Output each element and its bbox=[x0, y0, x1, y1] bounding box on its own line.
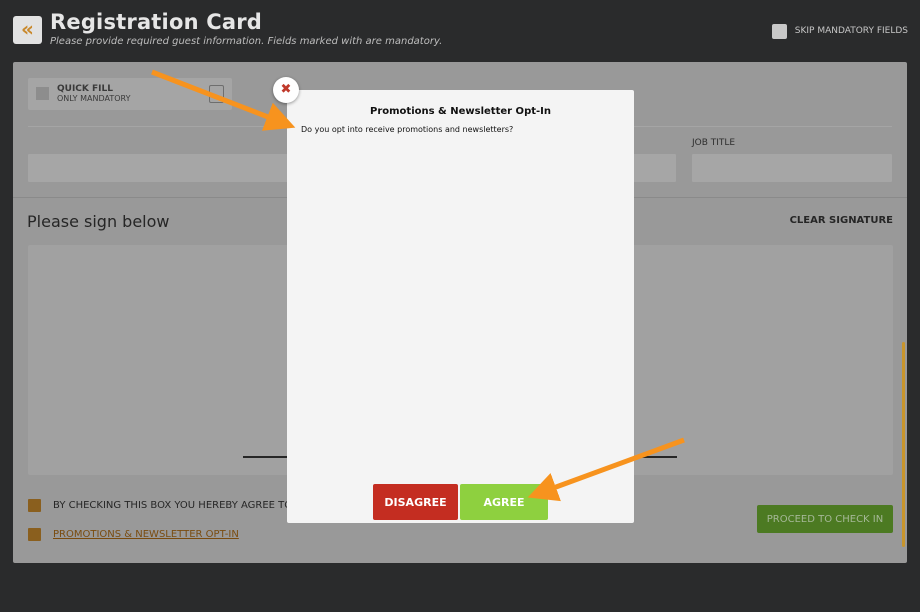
double-chevron-left-icon: « bbox=[21, 17, 34, 41]
agree-button[interactable]: AGREE bbox=[460, 484, 548, 520]
skip-mandatory-toggle[interactable]: SKIP MANDATORY FIELDS bbox=[771, 23, 908, 39]
terms-agreement-row[interactable]: BY CHECKING THIS BOX YOU HEREBY AGREE TO… bbox=[28, 499, 301, 512]
back-button[interactable]: « bbox=[13, 16, 42, 44]
scrollbar[interactable] bbox=[902, 342, 905, 547]
proceed-to-check-in-button[interactable]: PROCEED TO CHECK IN bbox=[757, 505, 893, 533]
skip-mandatory-checkbox[interactable] bbox=[771, 23, 787, 39]
clear-signature-button[interactable]: CLEAR SIGNATURE bbox=[790, 215, 893, 226]
promo-checkbox[interactable] bbox=[28, 528, 41, 541]
dialog-message: Do you opt into receive promotions and n… bbox=[301, 125, 514, 134]
page-subtitle: Please provide required guest informatio… bbox=[50, 36, 443, 47]
quick-fill-toggle[interactable]: QUICK FILL ONLY MANDATORY bbox=[28, 78, 232, 110]
promotions-optin-dialog: Promotions & Newsletter Opt-In Do you op… bbox=[287, 90, 634, 523]
terms-label: BY CHECKING THIS BOX YOU HEREBY AGREE TO… bbox=[53, 500, 302, 511]
quick-fill-subtitle: ONLY MANDATORY bbox=[57, 94, 131, 103]
terms-checkbox[interactable] bbox=[28, 499, 41, 512]
promo-optin-row[interactable]: PROMOTIONS & NEWSLETTER OPT-IN bbox=[28, 528, 239, 541]
dialog-title: Promotions & Newsletter Opt-In bbox=[370, 106, 551, 117]
disagree-button[interactable]: DISAGREE bbox=[373, 484, 458, 520]
page-title: Registration Card bbox=[50, 10, 263, 34]
top-bar: « Registration Card Please provide requi… bbox=[0, 0, 920, 60]
promo-optin-link[interactable]: PROMOTIONS & NEWSLETTER OPT-IN bbox=[53, 529, 239, 540]
job-title-label: JOB TITLE bbox=[692, 138, 736, 148]
document-icon[interactable] bbox=[209, 85, 224, 103]
dialog-close-button[interactable]: ✖ bbox=[273, 77, 299, 103]
signature-title: Please sign below bbox=[27, 212, 170, 231]
quick-fill-checkbox[interactable] bbox=[36, 87, 49, 100]
skip-mandatory-label: SKIP MANDATORY FIELDS bbox=[794, 26, 908, 36]
close-icon: ✖ bbox=[280, 82, 292, 97]
quick-fill-title: QUICK FILL bbox=[57, 84, 113, 94]
job-title-input[interactable] bbox=[692, 154, 892, 182]
